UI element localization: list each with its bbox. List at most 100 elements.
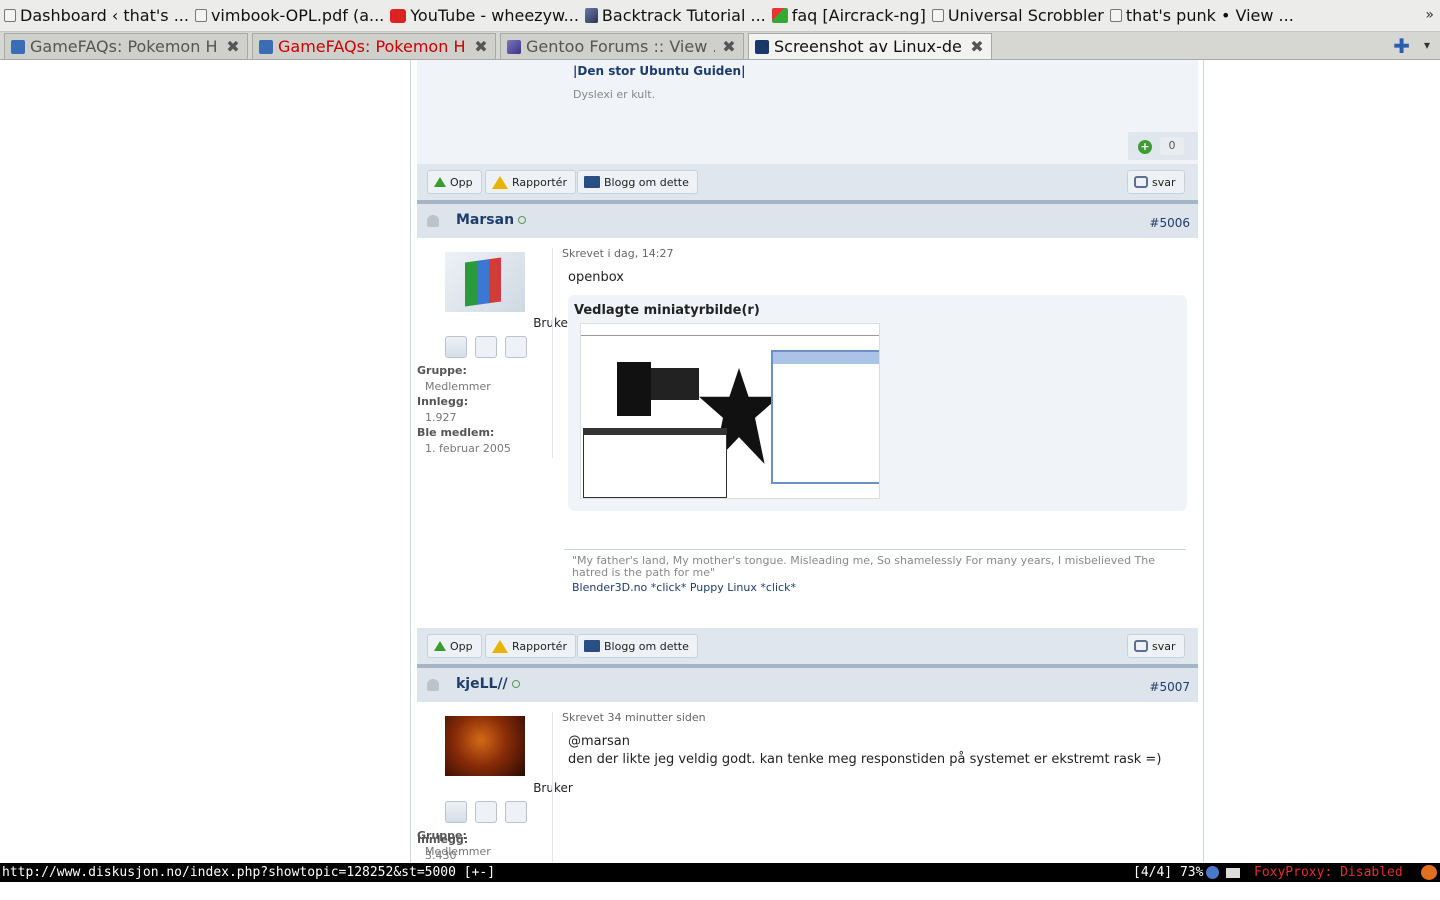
user-offline-icon [427,215,439,227]
attachment-title: Vedlagte miniatyrbilde(r) [574,303,760,318]
tab-gamefaqs-2[interactable]: GameFAQs: Pokemon H... ✖ [252,33,496,59]
page-icon [1109,9,1122,22]
page-icon [194,9,207,22]
mail-icon[interactable] [1226,868,1240,878]
status-url: http://www.diskusjon.no/index.php?showto… [2,865,496,880]
page-icon [4,9,16,22]
up-button[interactable]: Opp [427,634,482,658]
group-value: Medlemmer [425,380,491,393]
close-tab-icon[interactable]: ✖ [473,38,489,55]
posts-count-value: 1.927 [425,411,457,424]
thumbnail-menu [617,362,651,416]
posts-count-label: Innlegg: [417,395,469,408]
post-divider [552,248,553,458]
page-viewport: |Den stor Ubuntu Guiden| Dyslexi er kult… [0,60,1440,863]
message-icon[interactable] [475,801,497,823]
signature-text: Dyslexi er kult. [573,88,656,101]
bookmark-backtrack[interactable]: Backtrack Tutorial ... [584,0,766,32]
post-author[interactable]: Marsan [456,212,527,228]
report-button[interactable]: Rapportér [485,170,576,194]
reply-button[interactable]: svar [1127,634,1185,658]
post-number-link[interactable]: #5007 [1149,680,1190,694]
reply-icon [1134,640,1148,652]
group-label: Gruppe: [417,364,467,377]
joined-label: Ble medlem: [417,426,495,439]
signature-links[interactable]: Blender3D.no *click* Puppy Linux *click* [572,581,796,594]
previous-post-vote-row: + 0 [417,132,1198,164]
previous-post-signature: |Den stor Ubuntu Guiden| Dyslexi er kult… [417,60,1198,132]
gamefaqs-icon [259,39,273,54]
post-text-line: den der likte jeg veldig godt. kan tenke… [568,752,1162,767]
profile-popup-icon[interactable] [511,680,520,688]
message-icon[interactable] [475,336,497,358]
tab-gamefaqs-1[interactable]: GameFAQs: Pokemon H... ✖ [4,33,248,59]
bookmark-scrobbler[interactable]: Universal Scrobbler [931,0,1104,32]
thumbnail-terminal [583,428,727,498]
post-header: kjeLL// #5007 [417,668,1198,702]
book-icon [584,176,600,188]
forum-content-column: |Den stor Ubuntu Guiden| Dyslexi er kult… [410,60,1204,863]
user-action-icons [445,801,527,823]
posts-count-label: Innlegg: [417,833,469,846]
thumbnail-submenu [651,368,699,400]
page-icon [931,9,944,22]
new-tab-icon[interactable]: ✚ [1393,34,1410,58]
blog-icon[interactable] [505,336,527,358]
avatar[interactable] [445,252,525,312]
tab-list-chevron-icon[interactable]: ▾ [1424,38,1430,52]
backtrack-icon [584,8,598,23]
blog-button[interactable]: Blogg om dette [577,170,698,194]
tab-gentoo-forums[interactable]: Gentoo Forums :: View ... ✖ [500,33,744,59]
plus-vote-icon[interactable]: + [1138,140,1152,154]
warning-icon [492,639,508,653]
bookmark-youtube[interactable]: YouTube - wheezyw... [390,0,579,32]
close-tab-icon[interactable]: ✖ [721,38,737,55]
user-role: Bruker [485,781,621,795]
blog-icon[interactable] [505,801,527,823]
tab-screenshot-linux[interactable]: Screenshot av Linux-de... ✖ [748,33,992,59]
bookmark-aircrack[interactable]: faq [Aircrack-ng] [771,0,926,32]
joined-value: 1. februar 2005 [425,442,511,455]
avatar[interactable] [445,716,525,776]
reply-button[interactable]: svar [1127,170,1185,194]
bookmark-thats-punk[interactable]: that's punk • View ... [1109,0,1294,32]
post-number-link[interactable]: #5006 [1149,216,1190,230]
post-text: openbox [568,270,624,285]
attachment-box: Vedlagte miniatyrbilde(r) [568,295,1187,511]
fox-icon[interactable] [1421,865,1437,880]
post-text-line: @marsan [568,734,630,749]
bookmarks-overflow-chevron[interactable]: » [1425,7,1434,23]
report-button[interactable]: Rapportér [485,634,576,658]
status-bar: http://www.diskusjon.no/index.php?showto… [0,863,1440,882]
profile-icon[interactable] [445,801,467,823]
arrow-up-icon [434,641,446,651]
post-date: Skrevet 34 minutter siden [562,711,706,724]
posts-count-value: 3.430 [425,849,457,862]
user-offline-icon [427,679,439,691]
bookmark-vimbook[interactable]: vimbook-OPL.pdf (a... [194,0,384,32]
close-tab-icon[interactable]: ✖ [969,38,985,55]
thumbnail-panel-bar [581,324,879,336]
foxyproxy-status[interactable]: FoxyProxy: Disabled [1254,863,1403,882]
youtube-icon [390,8,407,23]
vote-count: 0 [1160,137,1184,155]
user-action-icons [445,336,527,358]
reply-icon [1134,176,1148,188]
user-stats-overflow: Innlegg: 3.430 [417,833,1198,863]
close-tab-icon[interactable]: ✖ [225,38,241,55]
signature-link[interactable]: |Den stor Ubuntu Guiden| [573,64,745,78]
up-button[interactable]: Opp [427,170,482,194]
signature-divider [564,549,1186,550]
attachment-thumbnail[interactable] [580,323,880,499]
blog-button[interactable]: Blogg om dette [577,634,698,658]
gentoo-icon [507,39,521,54]
aircrack-icon [771,8,788,23]
profile-icon[interactable] [445,336,467,358]
post-body-row: Bruker Gruppe: Medlemmer Innlegg: 1.927 … [417,238,1198,630]
bookmark-dashboard[interactable]: Dashboard ‹ that's ... [4,0,189,32]
gamefaqs-icon [11,39,25,54]
profile-popup-icon[interactable] [518,216,527,224]
diskusjon-icon [755,39,769,54]
post-author[interactable]: kjeLL// [456,676,520,692]
globe-icon[interactable] [1206,866,1219,879]
